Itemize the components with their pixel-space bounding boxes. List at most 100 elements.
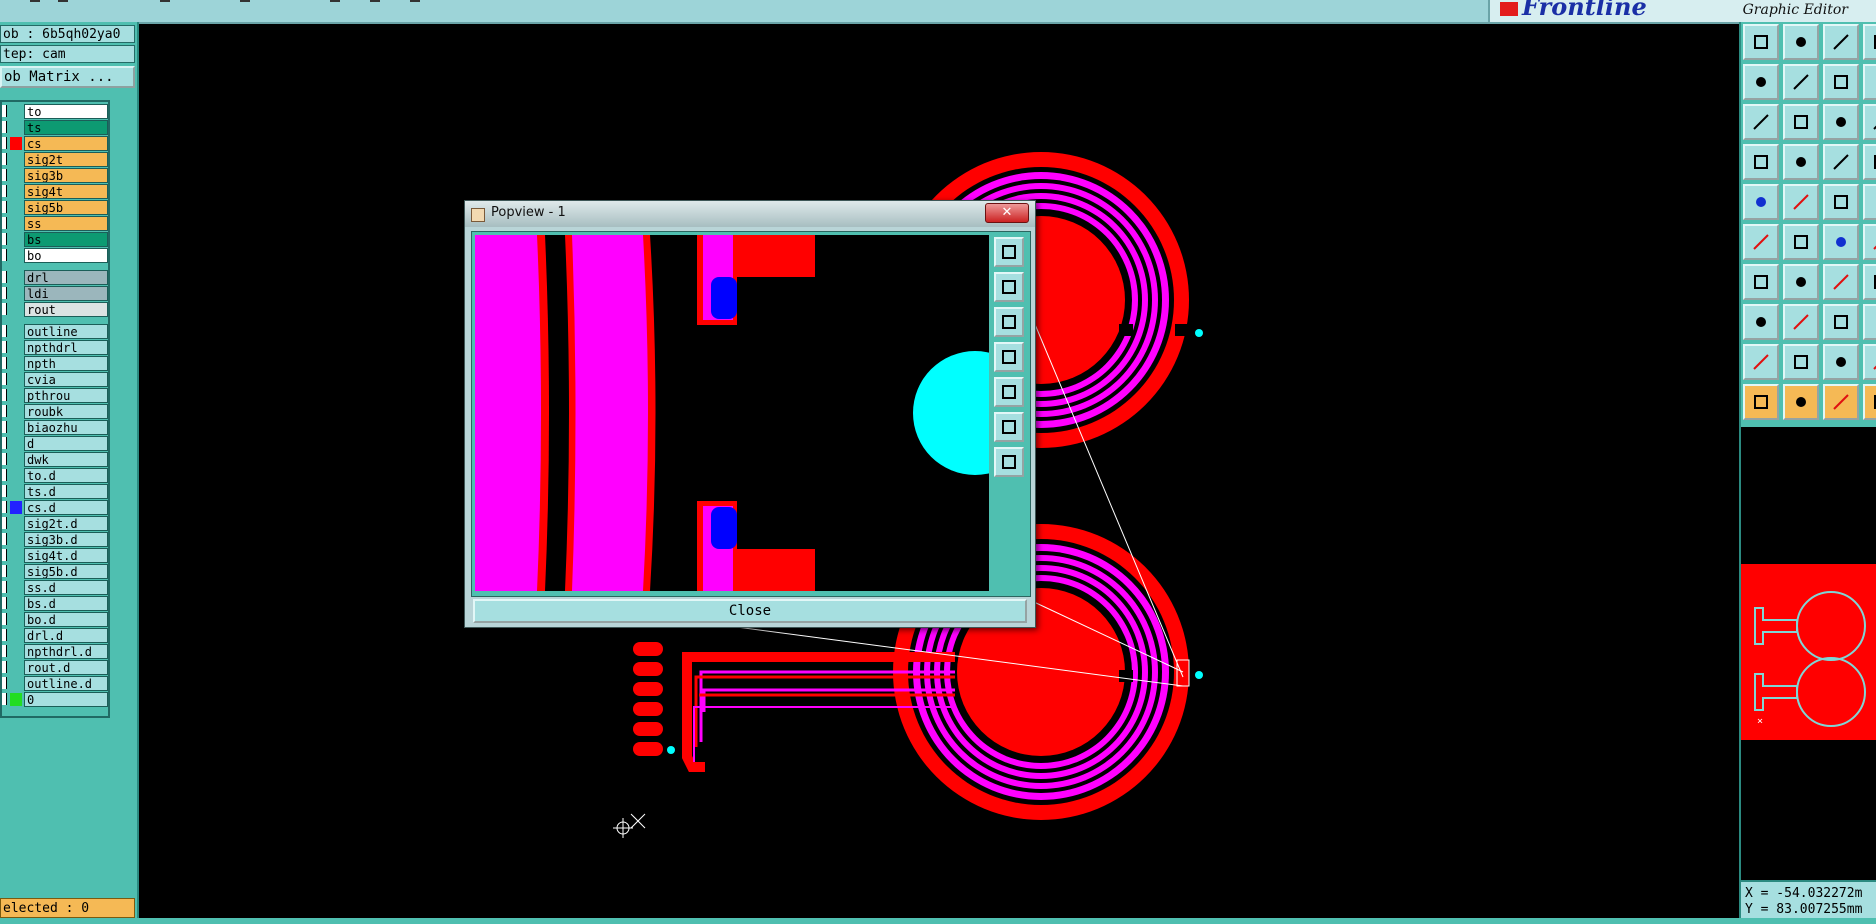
window-close-button[interactable]: ✕ (985, 203, 1029, 223)
layer-name[interactable]: roubk (24, 404, 108, 419)
layer-row[interactable]: sig3b (2, 168, 110, 183)
tool-button[interactable] (1863, 224, 1876, 260)
layer-checkbox[interactable] (2, 137, 7, 149)
layer-checkbox[interactable] (2, 389, 7, 401)
tool-button[interactable] (1823, 184, 1859, 220)
layer-row[interactable]: outline.d (2, 676, 110, 691)
tool-button[interactable] (1823, 24, 1859, 60)
tool-button[interactable] (1743, 264, 1779, 300)
layer-name[interactable]: cs.d (24, 500, 108, 515)
layer-row[interactable]: dwk (2, 452, 110, 467)
layer-row[interactable]: to.d (2, 468, 110, 483)
popview-zoom-tool-3[interactable] (994, 307, 1024, 337)
layer-name[interactable]: npthdrl.d (24, 644, 108, 659)
layer-checkbox[interactable] (2, 517, 7, 529)
layer-checkbox[interactable] (2, 421, 7, 433)
popview-zoom-tool-5[interactable] (994, 377, 1024, 407)
layer-name[interactable]: sig5b (24, 200, 108, 215)
layer-name[interactable]: ldi (24, 286, 108, 301)
layer-name[interactable]: ts (24, 120, 108, 135)
tool-button[interactable] (1743, 24, 1779, 60)
tool-button[interactable] (1743, 64, 1779, 100)
layer-row[interactable]: npth (2, 356, 110, 371)
layer-row[interactable]: rout (2, 302, 110, 317)
layer-name[interactable]: sig3b.d (24, 532, 108, 547)
layer-name[interactable]: npthdrl (24, 340, 108, 355)
tool-button[interactable] (1783, 104, 1819, 140)
layer-row[interactable]: sig2t.d (2, 516, 110, 531)
tool-button[interactable] (1823, 64, 1859, 100)
layer-name[interactable]: cs (24, 136, 108, 151)
layer-row[interactable]: sig5b (2, 200, 110, 215)
layer-name[interactable]: to (24, 104, 108, 119)
tool-button[interactable] (1823, 264, 1859, 300)
layer-checkbox[interactable] (2, 249, 7, 261)
tool-button[interactable] (1863, 264, 1876, 300)
layer-checkbox[interactable] (2, 121, 7, 133)
tool-button[interactable] (1863, 184, 1876, 220)
layer-name[interactable]: drl.d (24, 628, 108, 643)
layer-name[interactable]: outline.d (24, 676, 108, 691)
layer-checkbox[interactable] (2, 533, 7, 545)
layer-checkbox[interactable] (2, 341, 7, 353)
layer-checkbox[interactable] (2, 437, 7, 449)
popview-zoom-tool-1[interactable] (994, 237, 1024, 267)
popview-zoom-tool-6[interactable] (994, 412, 1024, 442)
layer-row[interactable]: bo (2, 248, 110, 263)
tool-button[interactable] (1823, 344, 1859, 380)
layer-checkbox[interactable] (2, 325, 7, 337)
tool-button[interactable] (1743, 384, 1779, 420)
layer-checkbox[interactable] (2, 645, 7, 657)
layer-name[interactable]: sig3b (24, 168, 108, 183)
layer-checkbox[interactable] (2, 201, 7, 213)
layer-row[interactable]: roubk (2, 404, 110, 419)
tool-button[interactable] (1783, 64, 1819, 100)
layer-row[interactable]: bs.d (2, 596, 110, 611)
layer-name[interactable]: bo.d (24, 612, 108, 627)
tool-button[interactable] (1783, 184, 1819, 220)
popview-close-button[interactable]: Close (473, 599, 1027, 623)
layer-row[interactable]: npthdrl (2, 340, 110, 355)
layer-row[interactable]: ts.d (2, 484, 110, 499)
tool-button[interactable] (1743, 144, 1779, 180)
layer-name[interactable]: sig4t.d (24, 548, 108, 563)
tool-button[interactable] (1783, 144, 1819, 180)
popview-zoom-tool-7[interactable] (994, 447, 1024, 477)
layer-row[interactable]: outline (2, 324, 110, 339)
tool-button[interactable] (1783, 304, 1819, 340)
layer-row[interactable]: drl.d (2, 628, 110, 643)
layer-checkbox[interactable] (2, 303, 7, 315)
layer-row[interactable]: to (2, 104, 110, 119)
tool-button[interactable] (1743, 184, 1779, 220)
layer-name[interactable]: d (24, 436, 108, 451)
layer-name[interactable]: ss.d (24, 580, 108, 595)
layer-row[interactable]: rout.d (2, 660, 110, 675)
tool-button[interactable] (1863, 64, 1876, 100)
layer-name[interactable]: pthrou (24, 388, 108, 403)
layer-checkbox[interactable] (2, 469, 7, 481)
tool-button[interactable] (1823, 224, 1859, 260)
layer-checkbox[interactable] (2, 549, 7, 561)
layer-checkbox[interactable] (2, 373, 7, 385)
tool-button[interactable] (1863, 384, 1876, 420)
layer-name[interactable]: rout.d (24, 660, 108, 675)
layer-row[interactable]: cvia (2, 372, 110, 387)
tool-button[interactable] (1783, 384, 1819, 420)
tool-button[interactable] (1823, 144, 1859, 180)
layer-row[interactable]: sig4t (2, 184, 110, 199)
layer-checkbox[interactable] (2, 453, 7, 465)
layer-checkbox[interactable] (2, 105, 7, 117)
tool-button[interactable] (1743, 224, 1779, 260)
layer-checkbox[interactable] (2, 677, 7, 689)
tool-button[interactable] (1783, 264, 1819, 300)
layer-row[interactable]: 0 (2, 692, 110, 707)
layer-name[interactable]: ss (24, 216, 108, 231)
tool-button[interactable] (1823, 104, 1859, 140)
layer-checkbox[interactable] (2, 485, 7, 497)
layer-checkbox[interactable] (2, 501, 7, 513)
layer-row[interactable]: sig5b.d (2, 564, 110, 579)
layer-row[interactable]: ldi (2, 286, 110, 301)
tool-button[interactable] (1863, 104, 1876, 140)
layer-checkbox[interactable] (2, 693, 7, 705)
layer-checkbox[interactable] (2, 153, 7, 165)
